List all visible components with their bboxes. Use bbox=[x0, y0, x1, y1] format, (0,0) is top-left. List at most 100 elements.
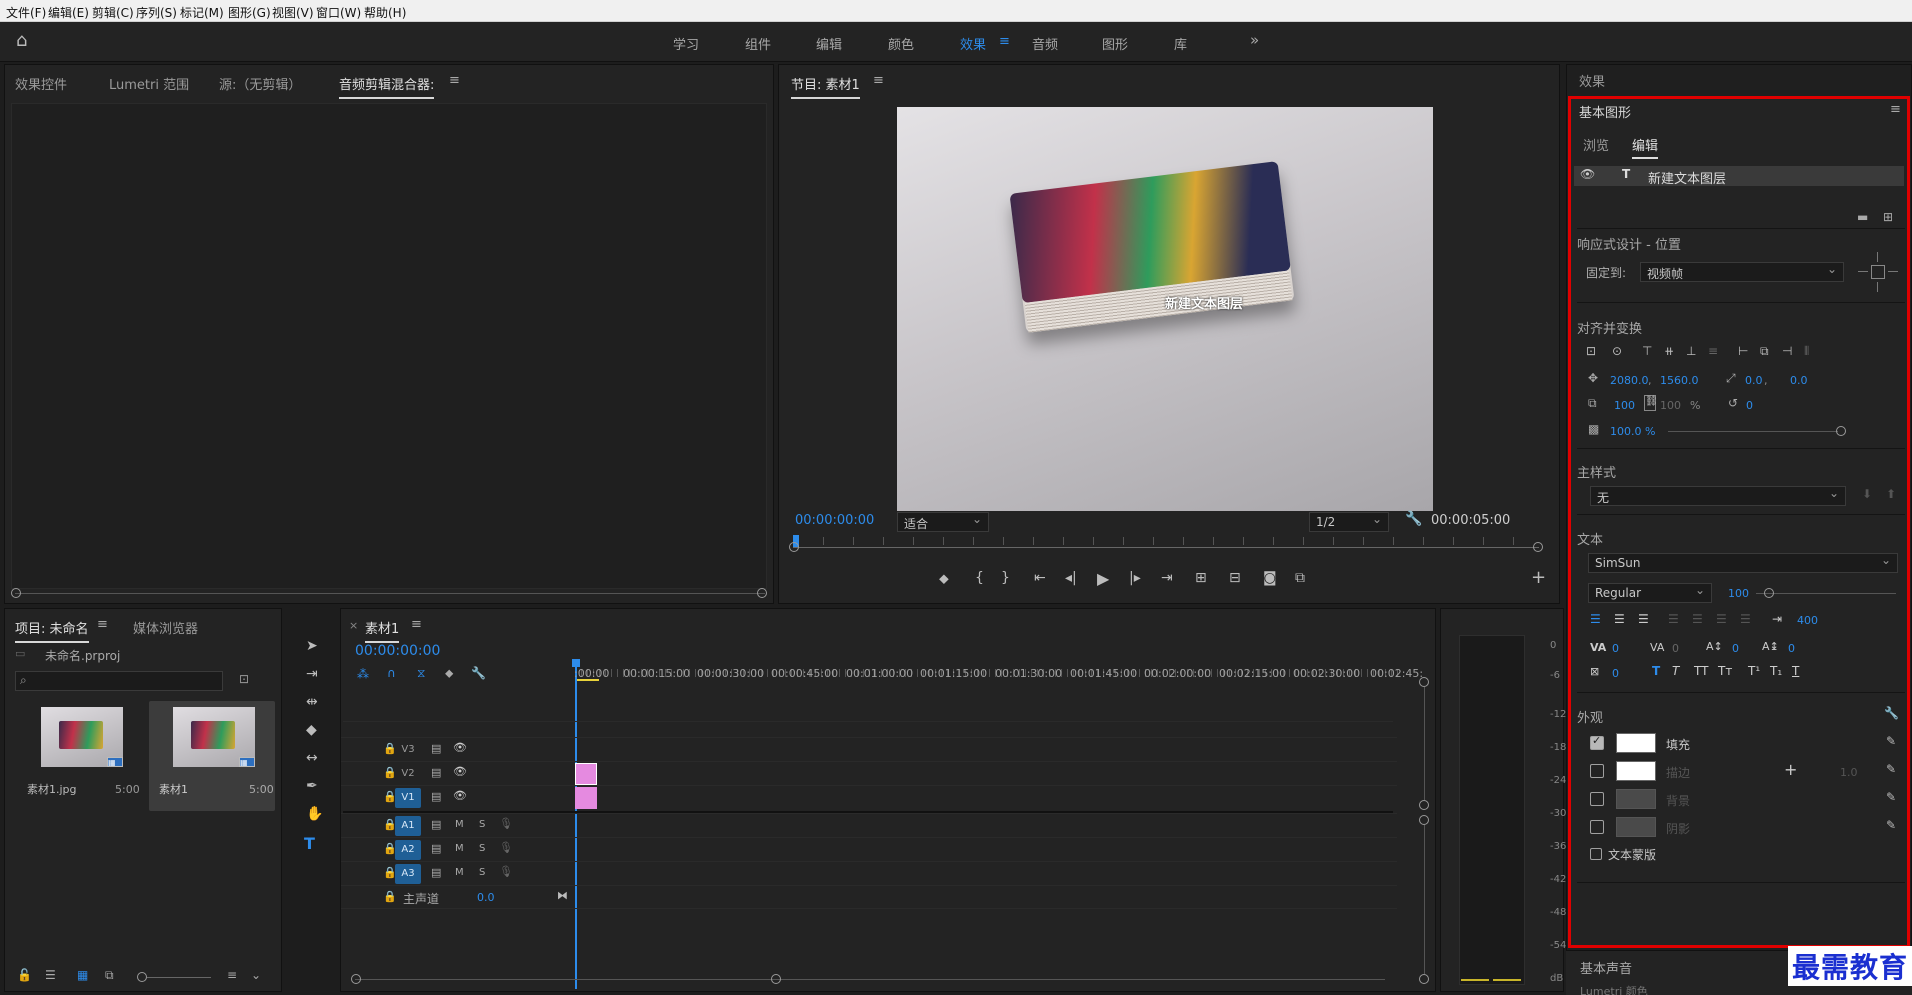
workspace-tab-color[interactable]: 颜色 bbox=[888, 34, 914, 53]
zoom-slider-track[interactable] bbox=[147, 977, 211, 978]
extract-icon[interactable]: ⊟ bbox=[1229, 570, 1241, 586]
align-top-icon[interactable]: ⊤ bbox=[1642, 344, 1652, 358]
sync-lock-icon[interactable]: ▤ bbox=[431, 818, 441, 831]
align-bottom-icon[interactable]: ⊥ bbox=[1686, 344, 1696, 358]
hand-tool-icon[interactable]: ✋ bbox=[306, 806, 323, 822]
export-frame-icon[interactable]: ◙ bbox=[1263, 570, 1277, 586]
zoom-handle-right[interactable] bbox=[1533, 542, 1543, 552]
lock-aspect-icon[interactable]: ⛓ bbox=[1644, 395, 1658, 411]
workspace-menu-icon[interactable]: ≡ bbox=[999, 34, 1010, 49]
mute-button[interactable]: M bbox=[455, 843, 464, 854]
push-style-down-icon[interactable]: ⬇ bbox=[1862, 487, 1872, 501]
more-workspaces-icon[interactable]: » bbox=[1250, 31, 1259, 49]
new-bin-icon[interactable]: ⊡ bbox=[239, 672, 249, 686]
go-to-end-icon[interactable]: ⧓ bbox=[557, 889, 568, 902]
align-left-icon[interactable]: ⊢ bbox=[1738, 344, 1748, 358]
pin-to-dropdown[interactable]: 视频帧 bbox=[1640, 262, 1844, 282]
tab-edit[interactable]: 编辑 bbox=[1632, 135, 1659, 159]
align-text-left-icon[interactable]: ☰ bbox=[1590, 612, 1601, 626]
master-style-dropdown[interactable]: 无 bbox=[1590, 486, 1846, 506]
justify-center-icon[interactable]: ☰ bbox=[1692, 612, 1703, 626]
track-label-a2[interactable]: A2 bbox=[395, 840, 421, 860]
add-stroke-icon[interactable]: + bbox=[1784, 760, 1797, 779]
tab-browse[interactable]: 浏览 bbox=[1583, 135, 1609, 154]
kerning-value[interactable]: 0 bbox=[1612, 642, 1619, 655]
type-tool-icon[interactable]: T bbox=[304, 834, 315, 853]
timeline-timecode[interactable]: 00:00:00:00 bbox=[355, 643, 440, 659]
settings-wrench-icon[interactable]: 🔧 bbox=[471, 666, 486, 680]
workspace-tab-effects[interactable]: 效果 bbox=[960, 34, 986, 53]
scale-value[interactable]: 100 bbox=[1614, 399, 1635, 412]
workspace-tab-audio[interactable]: 音频 bbox=[1032, 34, 1058, 53]
all-caps-icon[interactable]: TT bbox=[1694, 664, 1708, 678]
track-label-v1[interactable]: V1 bbox=[395, 788, 421, 808]
position-y[interactable]: 1560.0 bbox=[1660, 374, 1699, 387]
selection-tool-icon[interactable]: ➤ bbox=[306, 638, 318, 654]
zoom-handle-left[interactable] bbox=[789, 542, 799, 552]
pin-right[interactable] bbox=[1888, 271, 1898, 272]
font-size-slider-handle[interactable] bbox=[1764, 588, 1774, 598]
font-size-value[interactable]: 100 bbox=[1728, 587, 1749, 600]
microphone-icon[interactable]: 🎙 bbox=[499, 841, 513, 854]
menu-view[interactable]: 视图(V) bbox=[272, 4, 314, 21]
tab-project[interactable]: 项目: 未命名 bbox=[15, 618, 89, 643]
eye-icon[interactable]: 👁 bbox=[1580, 167, 1595, 181]
playhead-handle[interactable] bbox=[572, 659, 580, 667]
track-label-v2[interactable]: V2 bbox=[395, 764, 421, 784]
program-title[interactable]: 节目: 素材1 bbox=[791, 74, 860, 99]
project-search-input[interactable]: ⌕ bbox=[15, 671, 223, 691]
mark-in-icon[interactable]: { bbox=[975, 570, 984, 586]
background-checkbox[interactable] bbox=[1590, 792, 1604, 806]
mute-button[interactable]: M bbox=[455, 819, 464, 830]
lumetri-color-tab[interactable]: Lumetri 颜色 bbox=[1580, 983, 1648, 995]
microphone-icon[interactable]: 🎙 bbox=[499, 817, 513, 830]
step-back-icon[interactable]: ◂| bbox=[1065, 570, 1077, 586]
audio-vscroll-track[interactable] bbox=[1424, 825, 1425, 974]
timeline-vscroll-bottom-handle[interactable] bbox=[1419, 974, 1429, 984]
lift-icon[interactable]: ⊞ bbox=[1195, 570, 1207, 586]
menu-help[interactable]: 帮助(H) bbox=[364, 4, 406, 21]
tab-source[interactable]: 源:（无剪辑） bbox=[219, 74, 301, 93]
timeline-scrollbar[interactable] bbox=[355, 979, 1385, 980]
solo-button[interactable]: S bbox=[479, 867, 485, 878]
go-to-out-icon[interactable]: ⇥ bbox=[1161, 570, 1173, 586]
graphic-clip[interactable] bbox=[575, 763, 597, 785]
push-style-up-icon[interactable]: ⬆ bbox=[1886, 487, 1896, 501]
layer-name[interactable]: 新建文本图层 bbox=[1648, 168, 1726, 187]
background-eyedropper-icon[interactable]: ✎ bbox=[1886, 790, 1896, 804]
wrench-icon[interactable]: 🔧 bbox=[1405, 511, 1422, 527]
distribute-horizontal-icon[interactable]: ⦀ bbox=[1804, 344, 1809, 359]
solo-button[interactable]: S bbox=[479, 843, 485, 854]
subscript-icon[interactable]: T₁ bbox=[1770, 664, 1782, 678]
button-editor-icon[interactable]: + bbox=[1531, 567, 1546, 588]
workspace-tab-libraries[interactable]: 库 bbox=[1174, 34, 1187, 53]
justify-left-icon[interactable]: ☰ bbox=[1668, 612, 1679, 626]
track-label-v3[interactable]: V3 bbox=[395, 740, 421, 760]
panel-menu-icon[interactable]: ≡ bbox=[449, 73, 460, 88]
fill-checkbox[interactable] bbox=[1590, 734, 1604, 750]
shadow-color-swatch[interactable] bbox=[1616, 817, 1656, 837]
panel-menu-icon[interactable]: ≡ bbox=[873, 73, 884, 88]
pen-tool-icon[interactable]: ✒ bbox=[306, 778, 318, 794]
anchor-y[interactable]: 0.0 bbox=[1790, 374, 1808, 387]
menu-edit[interactable]: 编辑(E) bbox=[48, 4, 89, 21]
lock-icon[interactable]: 🔒 bbox=[383, 890, 397, 903]
pin-bottom[interactable] bbox=[1877, 282, 1878, 292]
track-select-tool-icon[interactable]: ⇥ bbox=[306, 666, 318, 682]
faux-italic-icon[interactable]: T bbox=[1672, 664, 1679, 678]
timeline-tab[interactable]: 素材1 bbox=[365, 618, 400, 643]
eye-icon[interactable]: 👁 bbox=[453, 741, 467, 754]
tab-width-value[interactable]: 400 bbox=[1797, 614, 1818, 627]
center-text-icon[interactable]: ☰ bbox=[1614, 612, 1625, 626]
razor-tool-icon[interactable]: ◆ bbox=[306, 722, 317, 738]
scroll-handle-left[interactable] bbox=[11, 588, 21, 598]
faux-bold-icon[interactable]: T bbox=[1652, 664, 1660, 678]
tab-lumetri-scopes[interactable]: Lumetri 范围 bbox=[109, 74, 189, 93]
new-layer-group-icon[interactable]: ▬ bbox=[1857, 210, 1868, 224]
eye-icon[interactable]: 👁 bbox=[453, 765, 467, 778]
opacity-value[interactable]: 100.0 % bbox=[1610, 425, 1655, 438]
align-text-right-icon[interactable]: ☰ bbox=[1638, 612, 1649, 626]
panel-menu-icon[interactable]: ≡ bbox=[1890, 102, 1901, 117]
workspace-tab-graphics[interactable]: 图形 bbox=[1102, 34, 1128, 53]
play-icon[interactable]: ▶ bbox=[1097, 569, 1109, 588]
